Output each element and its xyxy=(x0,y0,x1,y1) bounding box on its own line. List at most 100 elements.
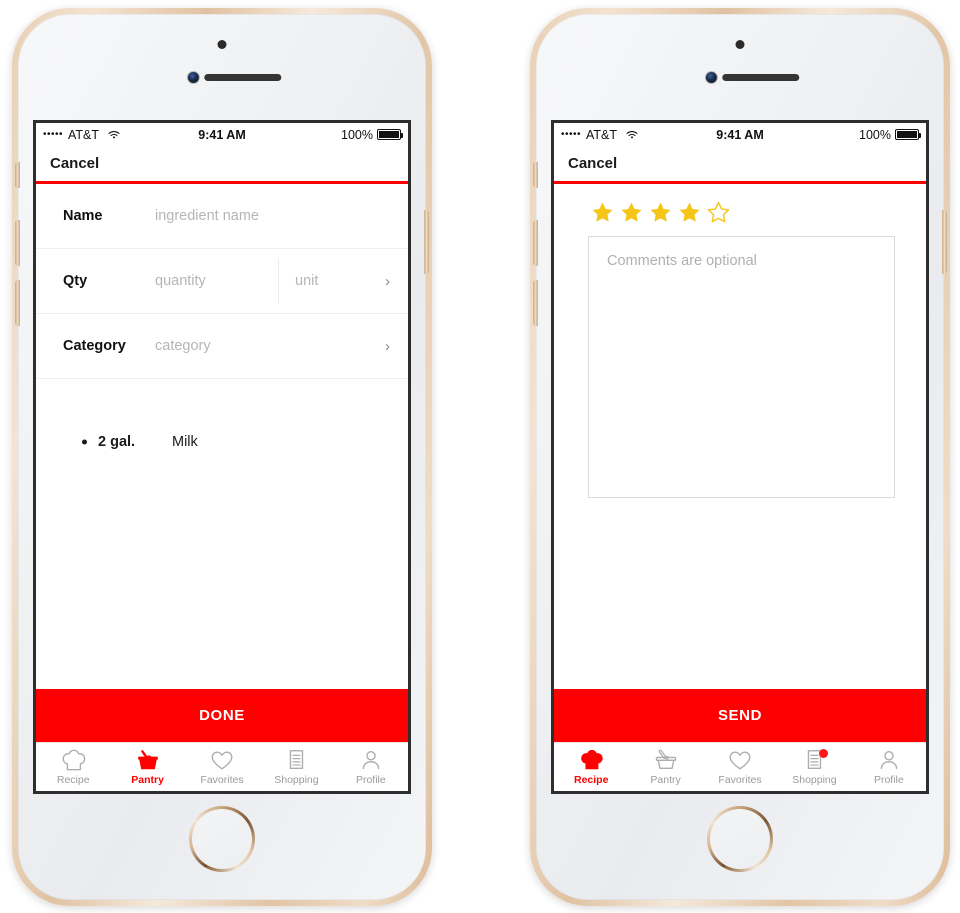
qty-field-label: Qty xyxy=(63,273,88,289)
list-item[interactable]: 2 gal. Milk xyxy=(36,429,408,455)
status-bar: ••••• AT&T 9:41 AM 100% xyxy=(36,123,408,146)
star-icon-4[interactable] xyxy=(677,200,702,225)
volume-up-button[interactable] xyxy=(533,220,538,266)
unit-selector[interactable]: unit › xyxy=(278,258,408,304)
heart-icon xyxy=(209,748,235,772)
quantity-input[interactable]: quantity xyxy=(155,273,278,289)
wifi-icon xyxy=(107,129,121,140)
tab-label: Profile xyxy=(873,774,904,786)
tab-label: Favorites xyxy=(200,774,244,786)
nav-bar: Cancel xyxy=(36,146,408,184)
category-field-label: Category xyxy=(63,338,126,354)
form-row-category[interactable]: Category category › xyxy=(36,314,408,379)
tab-bar: Recipe Pantry Favorites Shopping Profile xyxy=(554,742,926,791)
tab-favorites[interactable]: Favorites xyxy=(703,743,777,791)
phone-screen-add-ingredient: ••••• AT&T 9:41 AM 100% Cancel Name ingr… xyxy=(33,120,411,794)
list-icon xyxy=(801,748,827,772)
earpiece-speaker-icon xyxy=(722,74,800,81)
chef-hat-icon xyxy=(578,748,604,772)
volume-up-button[interactable] xyxy=(15,220,20,266)
name-field-label: Name xyxy=(63,208,103,224)
tab-recipe[interactable]: Recipe xyxy=(554,743,628,791)
phone-body: ••••• AT&T 9:41 AM 100% Cancel xyxy=(15,14,429,900)
wifi-icon xyxy=(625,129,639,140)
front-camera-icon xyxy=(705,72,717,83)
notification-badge xyxy=(819,749,829,758)
screenshot-stage: ••••• AT&T 9:41 AM 100% Cancel Name ingr… xyxy=(0,0,960,913)
volume-down-button[interactable] xyxy=(15,280,20,326)
tab-shopping[interactable]: Shopping xyxy=(259,743,333,791)
basket-icon xyxy=(653,748,679,772)
person-icon xyxy=(358,748,384,772)
carrier-label: AT&T xyxy=(586,127,618,142)
tab-label: Shopping xyxy=(792,774,837,786)
battery-percent-label: 100% xyxy=(341,127,373,142)
star-rating[interactable] xyxy=(554,184,926,225)
tab-label: Recipe xyxy=(56,774,90,786)
form-row-qty[interactable]: Qty quantity unit › xyxy=(36,249,408,314)
name-input[interactable]: ingredient name xyxy=(155,208,408,224)
power-button[interactable] xyxy=(424,210,429,274)
cancel-button[interactable]: Cancel xyxy=(568,155,617,172)
star-icon-1[interactable] xyxy=(590,200,615,225)
volume-down-button[interactable] xyxy=(533,280,538,326)
front-camera-icon xyxy=(187,72,199,83)
tab-favorites[interactable]: Favorites xyxy=(185,743,259,791)
proximity-sensor-icon xyxy=(217,40,227,49)
star-icon-3[interactable] xyxy=(648,200,673,225)
category-input[interactable]: category xyxy=(155,338,408,354)
tab-pantry[interactable]: Pantry xyxy=(628,743,702,791)
comments-input[interactable] xyxy=(588,236,895,498)
done-button[interactable]: DONE xyxy=(36,689,408,742)
unit-value: unit xyxy=(295,273,319,289)
basket-icon xyxy=(135,748,161,772)
home-button[interactable] xyxy=(707,806,773,872)
ingredient-list: 2 gal. Milk xyxy=(36,411,408,455)
star-icon-2[interactable] xyxy=(619,200,644,225)
silent-switch[interactable] xyxy=(15,162,20,188)
tab-label: Recipe xyxy=(573,774,609,786)
clock-label: 9:41 AM xyxy=(716,127,764,142)
cancel-button[interactable]: Cancel xyxy=(50,155,99,172)
silent-switch[interactable] xyxy=(533,162,538,188)
tab-label: Pantry xyxy=(650,774,681,786)
power-button[interactable] xyxy=(942,210,947,274)
chevron-right-icon: › xyxy=(385,337,390,355)
bullet-icon xyxy=(82,439,87,445)
phone-device-add-ingredient: ••••• AT&T 9:41 AM 100% Cancel Name ingr… xyxy=(12,8,432,906)
proximity-sensor-icon xyxy=(735,40,745,49)
rating-content xyxy=(554,184,926,689)
battery-percent-label: 100% xyxy=(859,127,891,142)
person-icon xyxy=(876,748,902,772)
battery-full-icon xyxy=(895,129,921,140)
send-button[interactable]: SEND xyxy=(554,689,926,742)
nav-bar: Cancel xyxy=(554,146,926,184)
heart-icon xyxy=(727,748,753,772)
phone-body: ••••• AT&T 9:41 AM 100% Cancel xyxy=(533,14,947,900)
form-content: Name ingredient name Qty quantity unit ›… xyxy=(36,184,408,689)
tab-profile[interactable]: Profile xyxy=(334,743,408,791)
signal-strength-icon: ••••• xyxy=(43,128,64,140)
tab-pantry[interactable]: Pantry xyxy=(110,743,184,791)
tab-label: Pantry xyxy=(131,774,164,786)
signal-strength-icon: ••••• xyxy=(561,128,582,140)
phone-device-rate-recipe: ••••• AT&T 9:41 AM 100% Cancel Comments … xyxy=(530,8,950,906)
earpiece-speaker-icon xyxy=(204,74,282,81)
tab-label: Profile xyxy=(355,774,386,786)
form-row-name[interactable]: Name ingredient name xyxy=(36,184,408,249)
tab-recipe[interactable]: Recipe xyxy=(36,743,110,791)
tab-bar: Recipe Pantry Favorites Shopping Profile xyxy=(36,742,408,791)
status-bar: ••••• AT&T 9:41 AM 100% xyxy=(554,123,926,146)
home-button[interactable] xyxy=(189,806,255,872)
carrier-label: AT&T xyxy=(68,127,100,142)
comments-container xyxy=(554,225,926,503)
tab-label: Favorites xyxy=(718,774,762,786)
star-icon-5-empty[interactable] xyxy=(706,200,731,225)
tab-profile[interactable]: Profile xyxy=(852,743,926,791)
tab-shopping[interactable]: Shopping xyxy=(777,743,851,791)
tab-label: Shopping xyxy=(274,774,319,786)
chef-hat-icon xyxy=(60,748,86,772)
ingredient-qty: 2 gal. xyxy=(98,434,136,450)
clock-label: 9:41 AM xyxy=(198,127,246,142)
